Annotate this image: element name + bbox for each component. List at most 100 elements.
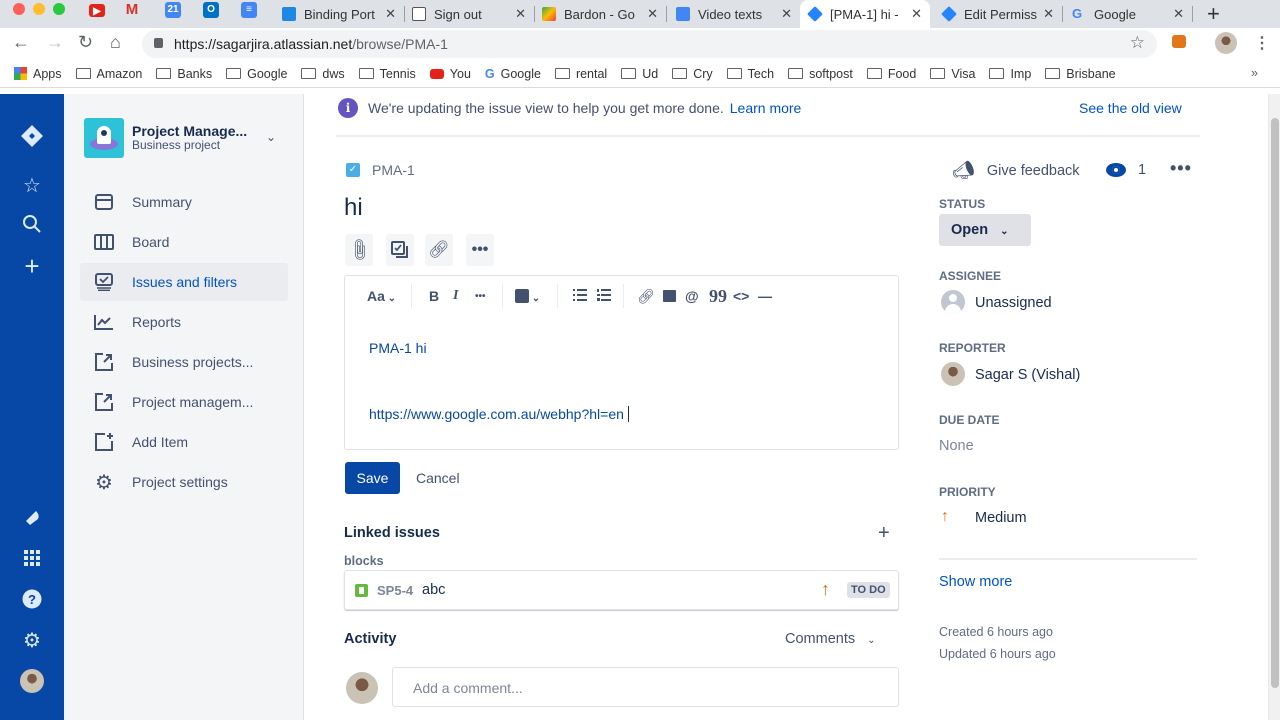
italic-button[interactable]: I [453, 288, 458, 304]
close-tab-icon[interactable]: ✕ [1043, 6, 1054, 22]
create-icon[interactable]: + [20, 253, 44, 279]
cancel-button[interactable]: Cancel [416, 470, 460, 486]
project-switcher-chevron-icon[interactable]: ⌄ [266, 130, 276, 144]
back-button[interactable]: ← [12, 32, 30, 53]
search-icon[interactable] [20, 214, 44, 238]
chrome-profile-avatar[interactable] [1215, 32, 1237, 54]
sidebar-item-issues-and-filters[interactable]: Issues and filters [80, 263, 288, 301]
activity-filter-dropdown[interactable]: Comments ⌄ [785, 631, 876, 647]
tab-pma-1[interactable]: [PMA-1] hi - ✕ [800, 0, 930, 28]
close-tab-icon[interactable]: ✕ [515, 6, 526, 22]
create-subtask-button[interactable] [386, 234, 414, 266]
project-name[interactable]: Project Manage... [132, 123, 247, 139]
help-icon[interactable]: ? [20, 589, 44, 613]
quote-button[interactable]: 99 [709, 286, 727, 307]
sidebar-item-board[interactable]: Board [80, 223, 288, 261]
bookmark-folder[interactable]: Food [866, 67, 916, 81]
maximize-window-button[interactable] [53, 3, 65, 15]
bookmark-folder[interactable]: Imp [989, 67, 1031, 81]
bookmark-apps[interactable]: Apps [14, 67, 62, 81]
insert-image-button[interactable] [663, 288, 676, 304]
profile-avatar[interactable] [20, 669, 44, 693]
bold-button[interactable]: B [429, 288, 439, 304]
chrome-menu-icon[interactable]: ⋮ [1254, 33, 1270, 53]
description-editor[interactable]: Aa ⌄ B I ••• ⌄ 🔗︎ @ 99 <> — PMA-1 hi htt… [344, 275, 899, 450]
sidebar-item-add-item[interactable]: Add Item [80, 423, 288, 461]
close-window-button[interactable] [13, 3, 25, 15]
url-input[interactable]: https://sagarjira.atlassian.net/browse/P… [142, 30, 1157, 58]
close-tab-icon[interactable]: ✕ [647, 6, 658, 22]
bullet-list-button[interactable] [573, 288, 587, 304]
tab-edit-permissions[interactable]: Edit Permiss ✕ [934, 0, 1062, 28]
text-color-dropdown[interactable]: ⌄ [515, 288, 540, 304]
bookmark-folder[interactable]: Banks [156, 67, 212, 81]
outlook-icon[interactable]: O [203, 2, 219, 18]
google-docs-icon[interactable]: ≡ [241, 2, 257, 18]
numbered-list-button[interactable] [597, 288, 611, 304]
more-options-button[interactable]: ••• [1170, 158, 1192, 179]
bookmark-folder[interactable]: Tech [726, 67, 774, 81]
tab-video-texts[interactable]: Video texts ✕ [668, 0, 800, 28]
link-issue-button[interactable]: 🔗︎ [425, 234, 453, 266]
add-linked-issue-button[interactable]: + [878, 522, 890, 545]
close-tab-icon[interactable]: ✕ [1173, 6, 1184, 22]
gmail-icon[interactable]: M [124, 2, 140, 18]
give-feedback-button[interactable]: 📣︎ Give feedback [952, 160, 1080, 181]
sidebar-item-project-management[interactable]: Project managem... [80, 383, 288, 421]
tab-sign-out[interactable]: Sign out ✕ [404, 0, 534, 28]
watchers-button[interactable]: 1 [1106, 162, 1146, 178]
show-more-link[interactable]: Show more [939, 574, 1012, 590]
reload-button[interactable]: ↻ [78, 32, 93, 53]
minimize-window-button[interactable] [33, 3, 45, 15]
bookmark-youtube[interactable]: You [429, 67, 471, 81]
bookmark-star-icon[interactable]: ☆ [1130, 33, 1145, 53]
issue-key[interactable]: PMA-1 [372, 162, 415, 178]
linked-issue-key[interactable]: SP5-4 [377, 583, 413, 598]
notifications-icon[interactable] [20, 509, 44, 533]
status-dropdown[interactable]: Open ⌄ [939, 214, 1031, 246]
metamask-extension-icon[interactable] [1172, 35, 1186, 48]
calendar-icon[interactable]: 21 [165, 2, 181, 18]
insert-link-button[interactable]: 🔗︎ [637, 288, 655, 305]
issue-title[interactable]: hi [344, 194, 363, 222]
bookmark-folder[interactable]: Visa [930, 67, 975, 81]
linked-issue-summary[interactable]: abc [422, 582, 445, 598]
tab-google[interactable]: G Google ✕ [1064, 0, 1192, 28]
see-old-view-link[interactable]: See the old view [1079, 100, 1182, 116]
tab-binding-port[interactable]: Binding Port ✕ [274, 0, 404, 28]
mention-button[interactable]: @ [685, 288, 699, 304]
bookmark-google[interactable]: G Google [485, 67, 541, 81]
sidebar-item-summary[interactable]: Summary [80, 183, 288, 221]
close-tab-icon[interactable]: ✕ [385, 6, 396, 22]
bookmark-folder[interactable]: Brisbane [1045, 67, 1116, 81]
code-button[interactable]: <> [733, 288, 749, 304]
reporter-value[interactable]: Sagar S (Vishal) [975, 367, 1080, 383]
comment-input[interactable]: Add a comment... [392, 667, 899, 707]
sidebar-item-reports[interactable]: Reports [80, 303, 288, 341]
bookmark-folder[interactable]: dws [301, 67, 345, 81]
more-actions-button[interactable]: ••• [466, 234, 494, 266]
scrollbar-thumb[interactable] [1271, 118, 1279, 688]
youtube-icon[interactable]: ▶ [89, 4, 105, 17]
forward-button[interactable]: → [46, 32, 64, 53]
home-button[interactable]: ⌂ [110, 32, 121, 53]
sidebar-item-business-projects[interactable]: Business projects... [80, 343, 288, 381]
save-button[interactable]: Save [345, 462, 400, 494]
bookmark-folder[interactable]: rental [554, 67, 607, 81]
horizontal-rule-button[interactable]: — [758, 288, 772, 304]
bookmark-folder[interactable]: Tennis [358, 67, 416, 81]
bookmark-folder[interactable]: Google [226, 67, 287, 81]
learn-more-link[interactable]: Learn more [730, 100, 802, 116]
more-formatting-button[interactable]: ••• [475, 291, 486, 302]
bookmark-folder[interactable]: Ud [621, 67, 658, 81]
linked-issue-row[interactable]: SP5-4 abc ↑ TO DO [344, 570, 899, 610]
new-tab-button[interactable]: + [1207, 1, 1220, 27]
page-scrollbar[interactable] [1268, 94, 1280, 720]
attach-button[interactable]: 📎︎ [345, 234, 373, 266]
jira-logo-icon[interactable] [20, 124, 44, 148]
bookmark-folder[interactable]: Cry [672, 67, 713, 81]
bookmark-folder[interactable]: softpost [788, 67, 853, 81]
due-date-value[interactable]: None [939, 438, 974, 454]
close-tab-icon[interactable]: ✕ [781, 6, 792, 22]
app-switcher-icon[interactable] [20, 549, 44, 573]
